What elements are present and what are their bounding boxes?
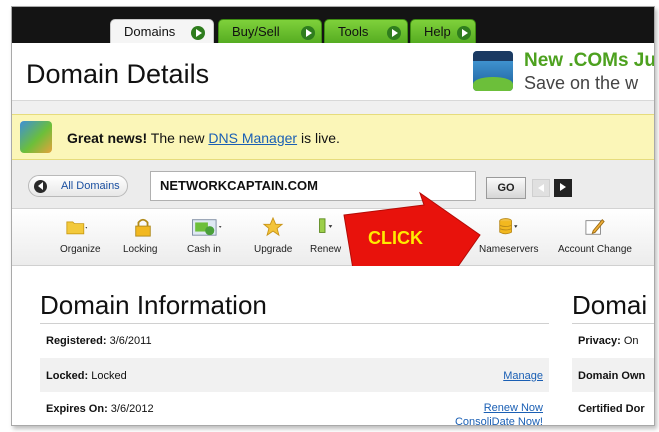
- info-row-certified-domain: Certified Dor: [572, 392, 654, 425]
- cash-in-icon: [191, 219, 222, 236]
- section-title: Domain Information: [40, 290, 267, 320]
- go-button[interactable]: GO: [486, 177, 526, 199]
- toolbar-nameservers[interactable]: Nameservers: [474, 213, 546, 265]
- all-domains-label: All Domains: [61, 180, 120, 192]
- field-key: Expires On:: [46, 403, 108, 415]
- play-arrow-icon: [387, 26, 401, 40]
- page-title: Domain Details: [26, 59, 210, 89]
- toolbar-locking[interactable]: Locking: [120, 213, 170, 265]
- play-arrow-icon: [191, 26, 205, 40]
- field-key: Locked:: [46, 370, 89, 382]
- field-key: Certified Dor: [578, 403, 645, 415]
- tab-label: Buy/Sell: [232, 24, 280, 39]
- browser-window-icon[interactable]: [473, 51, 513, 91]
- tab-buy-sell[interactable]: Buy/Sell: [218, 19, 322, 45]
- consolidate-now-link[interactable]: ConsoliDate Now!: [455, 416, 543, 425]
- tab-label: Tools: [338, 24, 369, 39]
- account-change-icon: [585, 219, 605, 235]
- field-value: 3/6/2011: [106, 335, 152, 347]
- top-nav-bar: Domains Buy/Sell Tools Help: [12, 7, 654, 45]
- play-arrow-icon: [301, 26, 315, 40]
- domain-info-panel: Domain Information Domai Registered: 3/6…: [12, 266, 654, 425]
- toolbar-label: Nameservers: [479, 244, 539, 255]
- promo-subtext[interactable]: Save on the w: [524, 73, 638, 94]
- dns-manager-link[interactable]: DNS Manager: [208, 130, 297, 146]
- tab-domains[interactable]: Domains: [110, 19, 214, 45]
- toolbar-cash-in[interactable]: Cash in: [180, 213, 242, 265]
- info-row-registered: Registered: 3/6/2011: [40, 324, 549, 358]
- info-row-expires: Expires On: 3/6/2012 Renew Now ConsoliDa…: [40, 392, 549, 425]
- folder-icon: [66, 221, 88, 235]
- notice-post-text: is live.: [297, 130, 340, 146]
- field-value: Locked: [88, 370, 127, 382]
- browser-page: Domains Buy/Sell Tools Help Domain Detai…: [11, 6, 655, 426]
- toolbar-upgrade[interactable]: Upgrade: [248, 213, 298, 265]
- tab-help[interactable]: Help: [410, 19, 476, 45]
- toolbar-label: Cash in: [187, 244, 221, 255]
- tab-label: Domains: [124, 24, 176, 39]
- section-title-right: Domai: [572, 290, 648, 320]
- toolbar-label: Locking: [123, 244, 158, 255]
- renew-now-link[interactable]: Renew Now: [484, 402, 543, 414]
- promo-headline[interactable]: New .COMs Ju: [524, 50, 654, 72]
- play-arrow-icon: [457, 26, 471, 40]
- domain-search-row: All Domains NETWORKCAPTAIN.COM GO: [12, 160, 654, 208]
- padlock-icon: [135, 218, 151, 237]
- click-callout-text: CLICK: [368, 228, 423, 248]
- notice-pre-text: The new: [147, 130, 209, 146]
- page-header: Domain Details New .COMs Ju Save on the …: [12, 43, 654, 101]
- star-icon: [262, 217, 284, 237]
- info-row-locked: Locked: Locked Manage: [40, 358, 549, 392]
- field-key: Registered:: [46, 335, 107, 347]
- toolbar-account-change[interactable]: Account Change: [552, 213, 642, 265]
- notice-text: Great news! The new DNS Manager is live.: [67, 130, 340, 146]
- toolbar-label: Account Change: [558, 244, 632, 255]
- info-row-domain-owner: Domain Own: [572, 358, 654, 392]
- toolbar-label: Renew: [310, 244, 342, 255]
- back-arrow-icon: [34, 180, 47, 193]
- toolbar-label: Organize: [60, 244, 101, 255]
- info-row-privacy: Privacy: On: [572, 324, 654, 358]
- previous-domain-icon[interactable]: [532, 179, 550, 197]
- domain-toolbar: Organize Locking Cash in Upgrade Renew N…: [12, 208, 654, 266]
- tab-label: Help: [424, 24, 451, 39]
- manage-link[interactable]: Manage: [503, 370, 543, 382]
- all-domains-button[interactable]: All Domains: [28, 175, 128, 197]
- field-key: Privacy:: [578, 335, 621, 347]
- toolbar-label: Upgrade: [254, 244, 293, 255]
- dns-manager-icon: [20, 121, 52, 153]
- next-domain-icon[interactable]: [554, 179, 572, 197]
- field-key: Domain Own: [578, 370, 646, 382]
- field-value: 3/6/2012: [107, 403, 154, 415]
- tab-tools[interactable]: Tools: [324, 19, 408, 45]
- notice-bold-text: Great news!: [67, 130, 148, 146]
- field-value: On: [620, 335, 639, 347]
- renew-icon: [319, 218, 333, 233]
- notice-banner: Great news! The new DNS Manager is live.: [12, 114, 654, 160]
- database-icon: [499, 218, 518, 235]
- toolbar-organize[interactable]: Organize: [54, 213, 110, 265]
